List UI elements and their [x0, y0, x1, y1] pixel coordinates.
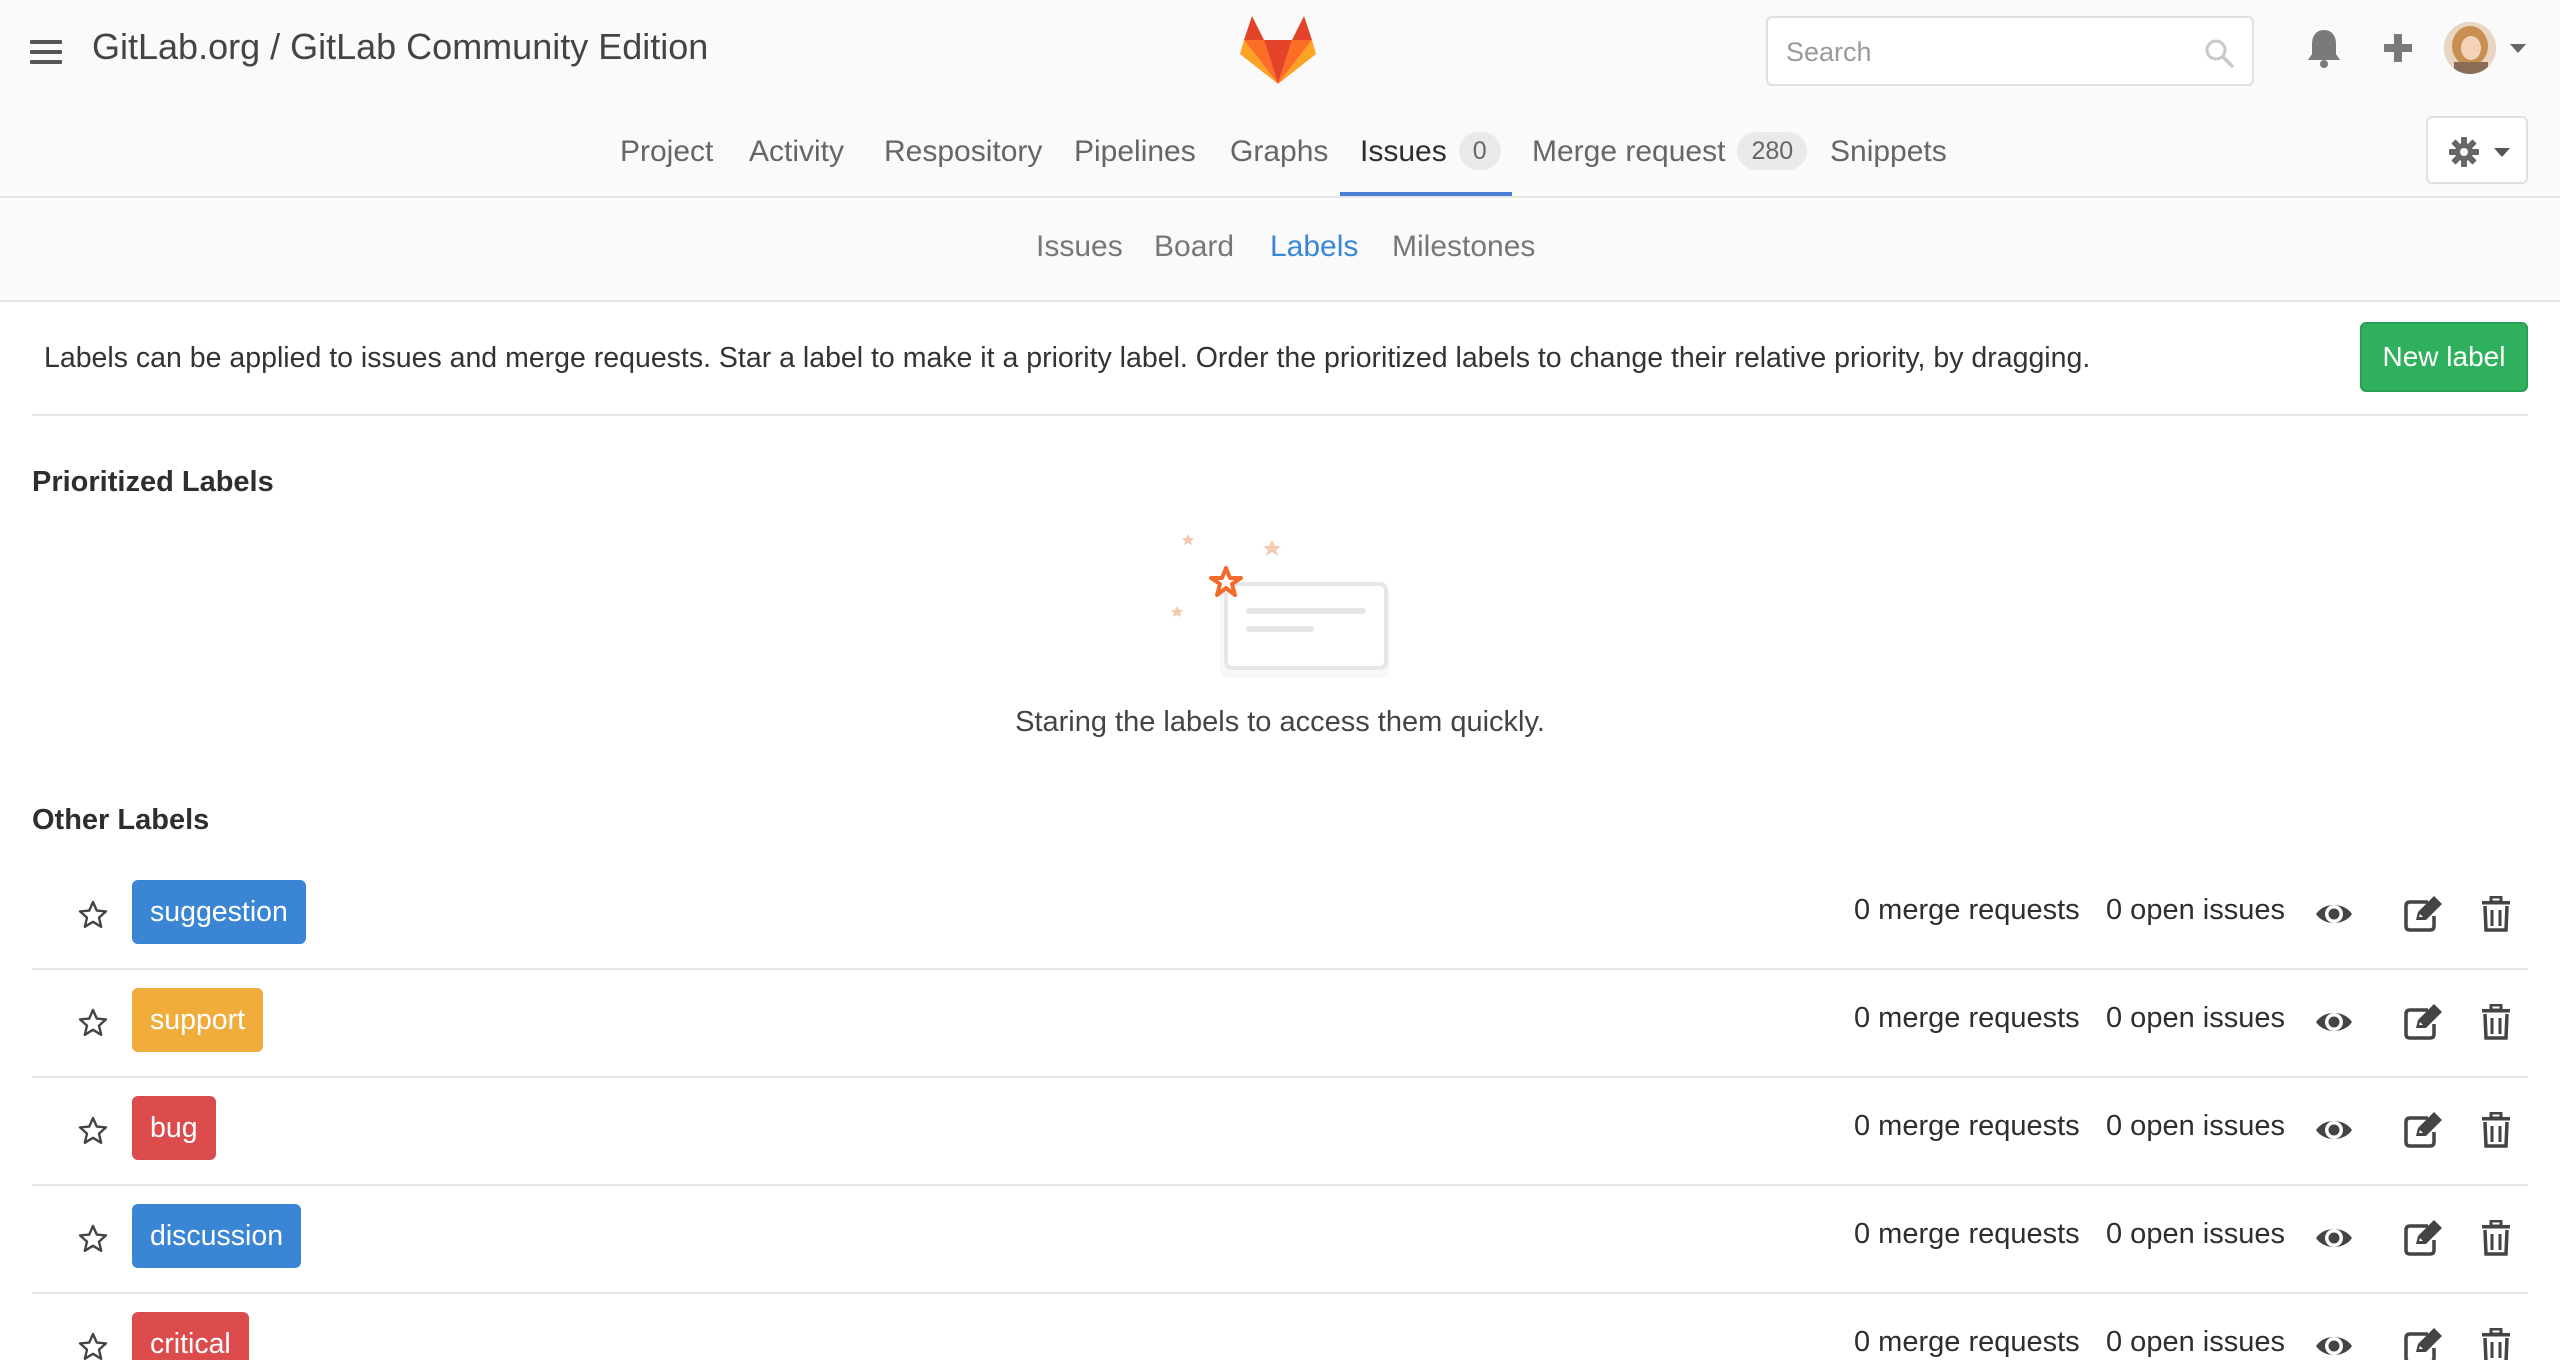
new-label-button[interactable]: New label: [2360, 322, 2528, 392]
star-icon[interactable]: [78, 1008, 108, 1038]
label-row: suggestion 0 merge requests 0 open issue…: [32, 862, 2528, 970]
merge-requests-count[interactable]: 0 merge requests: [1854, 1002, 2080, 1035]
merge-requests-count[interactable]: 0 merge requests: [1854, 1110, 2080, 1143]
nav-activity[interactable]: Activity: [749, 122, 844, 200]
label-row: support 0 merge requests 0 open issues: [32, 970, 2528, 1078]
label-row: discussion 0 merge requests 0 open issue…: [32, 1186, 2528, 1294]
settings-caret-icon: [2494, 148, 2510, 157]
issues-subnav: Issues Board Labels Milestones: [0, 200, 2560, 302]
search-box: [1766, 16, 2254, 86]
merge-requests-count[interactable]: 0 merge requests: [1854, 1326, 2080, 1359]
nav-repository[interactable]: Respository: [884, 122, 1042, 200]
delete-trash-icon[interactable]: [2476, 1112, 2516, 1148]
nav-merge-requests[interactable]: Merge request 280: [1532, 122, 1808, 200]
user-menu-caret-icon[interactable]: [2510, 44, 2526, 53]
open-issues-count[interactable]: 0 open issues: [2106, 1002, 2285, 1035]
divider: [32, 414, 2528, 416]
subnav-issues[interactable]: Issues: [1036, 230, 1123, 264]
label-badge[interactable]: suggestion: [132, 880, 306, 944]
star-icon[interactable]: [78, 1332, 108, 1360]
search-input[interactable]: [1786, 32, 2186, 72]
edit-icon[interactable]: [2402, 896, 2442, 932]
nav-issues[interactable]: Issues 0: [1360, 122, 1501, 200]
open-issues-count[interactable]: 0 open issues: [2106, 1110, 2285, 1143]
subnav-labels[interactable]: Labels: [1270, 230, 1358, 264]
merge-request-count-badge: 280: [1737, 132, 1808, 171]
star-icon[interactable]: [78, 1116, 108, 1146]
notifications-bell-icon[interactable]: [2304, 26, 2344, 70]
delete-trash-icon[interactable]: [2476, 896, 2516, 932]
nav-project[interactable]: Project: [620, 122, 713, 200]
nav-graphs[interactable]: Graphs: [1230, 122, 1328, 200]
label-badge[interactable]: bug: [132, 1096, 216, 1160]
delete-trash-icon[interactable]: [2476, 1220, 2516, 1256]
edit-icon[interactable]: [2402, 1328, 2442, 1360]
hamburger-menu-icon[interactable]: [30, 40, 62, 64]
delete-trash-icon[interactable]: [2476, 1004, 2516, 1040]
prioritized-labels-heading: Prioritized Labels: [32, 466, 274, 498]
project-breadcrumb[interactable]: GitLab.org / GitLab Community Edition: [92, 26, 708, 68]
subnav-board[interactable]: Board: [1154, 230, 1234, 264]
active-tab-underline: [1340, 192, 1512, 196]
edit-icon[interactable]: [2402, 1004, 2442, 1040]
open-issues-count[interactable]: 0 open issues: [2106, 894, 2285, 927]
nav-issues-label: Issues: [1360, 135, 1447, 168]
merge-requests-count[interactable]: 0 merge requests: [1854, 1218, 2080, 1251]
subscribe-eye-icon[interactable]: [2314, 1004, 2354, 1040]
labels-description: Labels can be applied to issues and merg…: [44, 342, 2091, 374]
issues-count-badge: 0: [1458, 132, 1501, 171]
top-header: GitLab.org / GitLab Community Edition Se…: [0, 0, 2560, 198]
label-badge[interactable]: support: [132, 988, 264, 1052]
label-badge[interactable]: discussion: [132, 1204, 302, 1268]
search-icon[interactable]: [2204, 38, 2234, 68]
empty-priority-star-illustration: [1171, 534, 1390, 678]
empty-prioritized-message: Staring the labels to access them quickl…: [1015, 706, 1545, 738]
star-icon[interactable]: [78, 1224, 108, 1254]
edit-icon[interactable]: [2402, 1220, 2442, 1256]
label-row: bug 0 merge requests 0 open issues: [32, 1078, 2528, 1186]
label-badge[interactable]: critical: [132, 1312, 249, 1360]
star-icon[interactable]: [78, 900, 108, 930]
subnav-milestones[interactable]: Milestones: [1392, 230, 1535, 264]
merge-requests-count[interactable]: 0 merge requests: [1854, 894, 2080, 927]
other-labels-heading: Other Labels: [32, 804, 210, 836]
label-row: critical 0 merge requests 0 open issues: [32, 1294, 2528, 1360]
open-issues-count[interactable]: 0 open issues: [2106, 1218, 2285, 1251]
nav-snippets[interactable]: Snippets: [1830, 122, 1947, 200]
subscribe-eye-icon[interactable]: [2314, 1328, 2354, 1360]
nav-merge-request-label: Merge request: [1532, 135, 1726, 168]
subscribe-eye-icon[interactable]: [2314, 896, 2354, 932]
delete-trash-icon[interactable]: [2476, 1328, 2516, 1360]
edit-icon[interactable]: [2402, 1112, 2442, 1148]
new-item-plus-icon[interactable]: [2378, 26, 2418, 70]
subscribe-eye-icon[interactable]: [2314, 1112, 2354, 1148]
subscribe-eye-icon[interactable]: [2314, 1220, 2354, 1256]
gitlab-logo-icon[interactable]: [1240, 14, 1316, 86]
gear-icon: [2449, 137, 2479, 167]
user-avatar[interactable]: [2444, 22, 2496, 74]
project-settings-button[interactable]: [2426, 116, 2528, 184]
nav-pipelines[interactable]: Pipelines: [1074, 122, 1196, 200]
open-issues-count[interactable]: 0 open issues: [2106, 1326, 2285, 1359]
